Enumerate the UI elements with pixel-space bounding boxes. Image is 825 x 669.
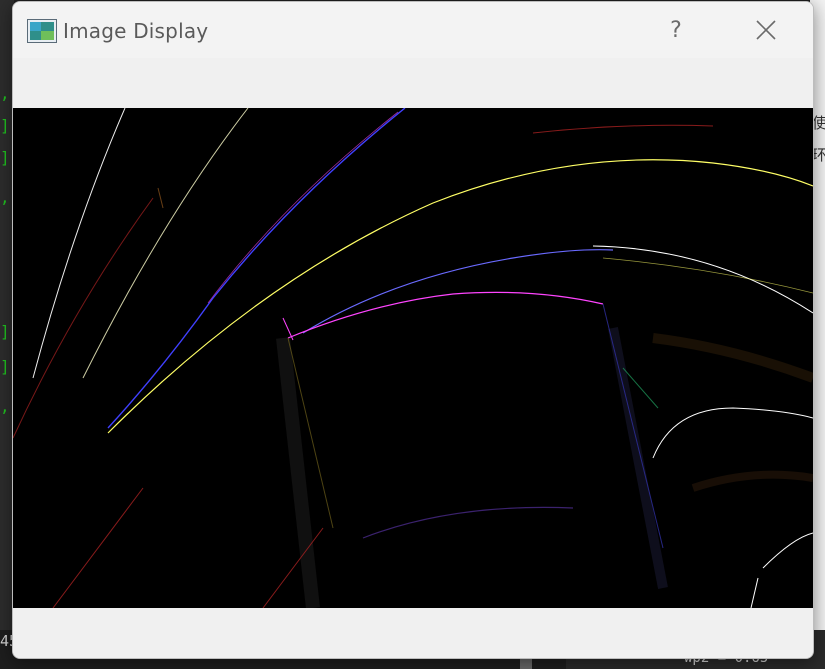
toolbar-strip <box>13 58 813 108</box>
title-bar[interactable]: Image Display ? <box>13 2 813 58</box>
window-title: Image Display <box>63 19 209 43</box>
help-button[interactable]: ? <box>653 10 699 50</box>
image-display-window: Image Display ? <box>12 1 814 659</box>
displayed-image <box>13 107 813 609</box>
image-app-icon <box>27 19 57 43</box>
close-button[interactable] <box>743 10 789 50</box>
status-strip <box>13 608 813 658</box>
close-icon <box>756 20 776 40</box>
edge-detection-image <box>13 107 813 609</box>
